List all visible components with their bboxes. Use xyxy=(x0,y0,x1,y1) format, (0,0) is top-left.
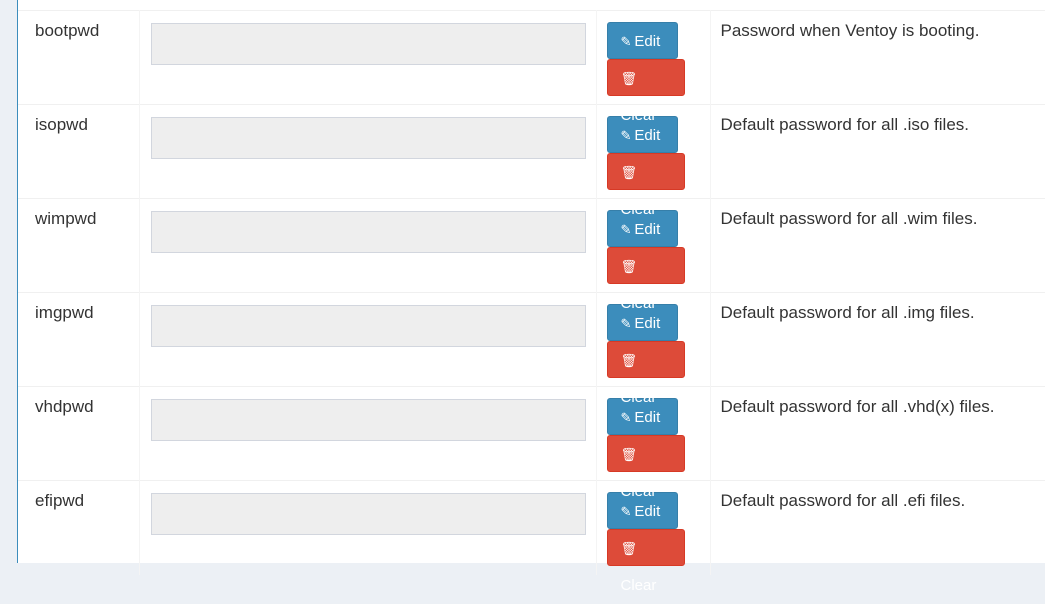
option-key: bootpwd xyxy=(18,10,140,105)
trash-icon: 🗑 xyxy=(620,259,638,274)
actions-cell: ✎ Edit 🗑 Clear xyxy=(596,480,711,594)
clear-button[interactable]: 🗑Clear xyxy=(606,341,685,406)
option-description: Default password for all .vhd(x) files. xyxy=(710,386,1045,481)
option-key: isopwd xyxy=(18,104,140,199)
edit-icon: ✎ xyxy=(620,410,632,425)
edit-button[interactable]: ✎ Edit xyxy=(606,398,678,435)
clear-button[interactable]: 🗑Clear xyxy=(606,59,685,124)
edit-icon: ✎ xyxy=(620,222,632,237)
value-cell xyxy=(139,198,597,293)
option-description: Default password for all .iso files. xyxy=(710,104,1045,199)
password-panel: bootpwd ✎ Edit 🗑Clear Password when Vento… xyxy=(17,0,1045,594)
actions-cell: ✎ Edit 🗑Clear xyxy=(596,198,711,312)
value-cell xyxy=(139,386,597,481)
option-key: wimpwd xyxy=(18,198,140,293)
edit-icon: ✎ xyxy=(620,128,632,143)
edit-button[interactable]: ✎ Edit xyxy=(606,210,678,247)
edit-label: Edit xyxy=(634,503,661,520)
password-value-field[interactable] xyxy=(150,305,586,347)
value-cell xyxy=(139,104,597,199)
edit-button[interactable]: ✎ Edit xyxy=(606,304,678,341)
actions-cell: ✎ Edit 🗑Clear xyxy=(596,10,711,124)
edit-button[interactable]: ✎ Edit xyxy=(606,22,678,59)
table-row: vhdpwd ✎ Edit 🗑Clear Default password for… xyxy=(18,386,1045,500)
table-row: imgpwd ✎ Edit 🗑Clear Default password for… xyxy=(18,292,1045,406)
clear-button[interactable]: 🗑 Clear xyxy=(606,529,685,594)
actions-cell: ✎ Edit 🗑Clear xyxy=(596,104,711,218)
clear-button[interactable]: 🗑Clear xyxy=(606,435,685,500)
table-row: wimpwd ✎ Edit 🗑Clear Default password for… xyxy=(18,198,1045,312)
edit-icon: ✎ xyxy=(620,34,632,49)
password-value-field[interactable] xyxy=(150,23,586,65)
option-key: efipwd xyxy=(18,480,140,575)
edit-button[interactable]: ✎ Edit xyxy=(606,116,678,153)
option-description: Password when Ventoy is booting. xyxy=(710,10,1045,105)
edit-label: Edit xyxy=(634,127,661,144)
trash-icon: 🗑 xyxy=(620,447,638,462)
edit-icon: ✎ xyxy=(620,316,632,331)
actions-cell: ✎ Edit 🗑Clear xyxy=(596,386,711,500)
table-row: bootpwd ✎ Edit 🗑Clear Password when Vento… xyxy=(18,10,1045,124)
value-cell xyxy=(139,10,597,105)
option-key: vhdpwd xyxy=(18,386,140,481)
value-cell xyxy=(139,480,597,575)
password-value-field[interactable] xyxy=(150,211,586,253)
clear-label: Clear xyxy=(620,577,657,594)
clear-button[interactable]: 🗑Clear xyxy=(606,153,685,218)
password-table: bootpwd ✎ Edit 🗑Clear Password when Vento… xyxy=(18,10,1045,594)
password-value-field[interactable] xyxy=(150,493,586,535)
option-description: Default password for all .wim files. xyxy=(710,198,1045,293)
option-description: Default password for all .img files. xyxy=(710,292,1045,387)
edit-icon: ✎ xyxy=(620,504,632,519)
trash-icon: 🗑 xyxy=(620,71,638,86)
table-row: isopwd ✎ Edit 🗑Clear Default password for… xyxy=(18,104,1045,218)
password-value-field[interactable] xyxy=(150,399,586,441)
trash-icon: 🗑 xyxy=(620,353,638,368)
option-key: imgpwd xyxy=(18,292,140,387)
table-row: efipwd ✎ Edit 🗑 Clear Default password for… xyxy=(18,480,1045,594)
option-description: Default password for all .efi files. xyxy=(710,480,1045,575)
trash-icon: 🗑 xyxy=(620,165,638,180)
value-cell xyxy=(139,292,597,387)
edit-label: Edit xyxy=(634,409,661,426)
edit-label: Edit xyxy=(634,221,661,238)
password-value-field[interactable] xyxy=(150,117,586,159)
edit-button[interactable]: ✎ Edit xyxy=(606,492,678,529)
edit-label: Edit xyxy=(634,315,661,332)
clear-button[interactable]: 🗑Clear xyxy=(606,247,685,312)
trash-icon: 🗑 xyxy=(620,541,638,556)
actions-cell: ✎ Edit 🗑Clear xyxy=(596,292,711,406)
edit-label: Edit xyxy=(634,33,661,50)
